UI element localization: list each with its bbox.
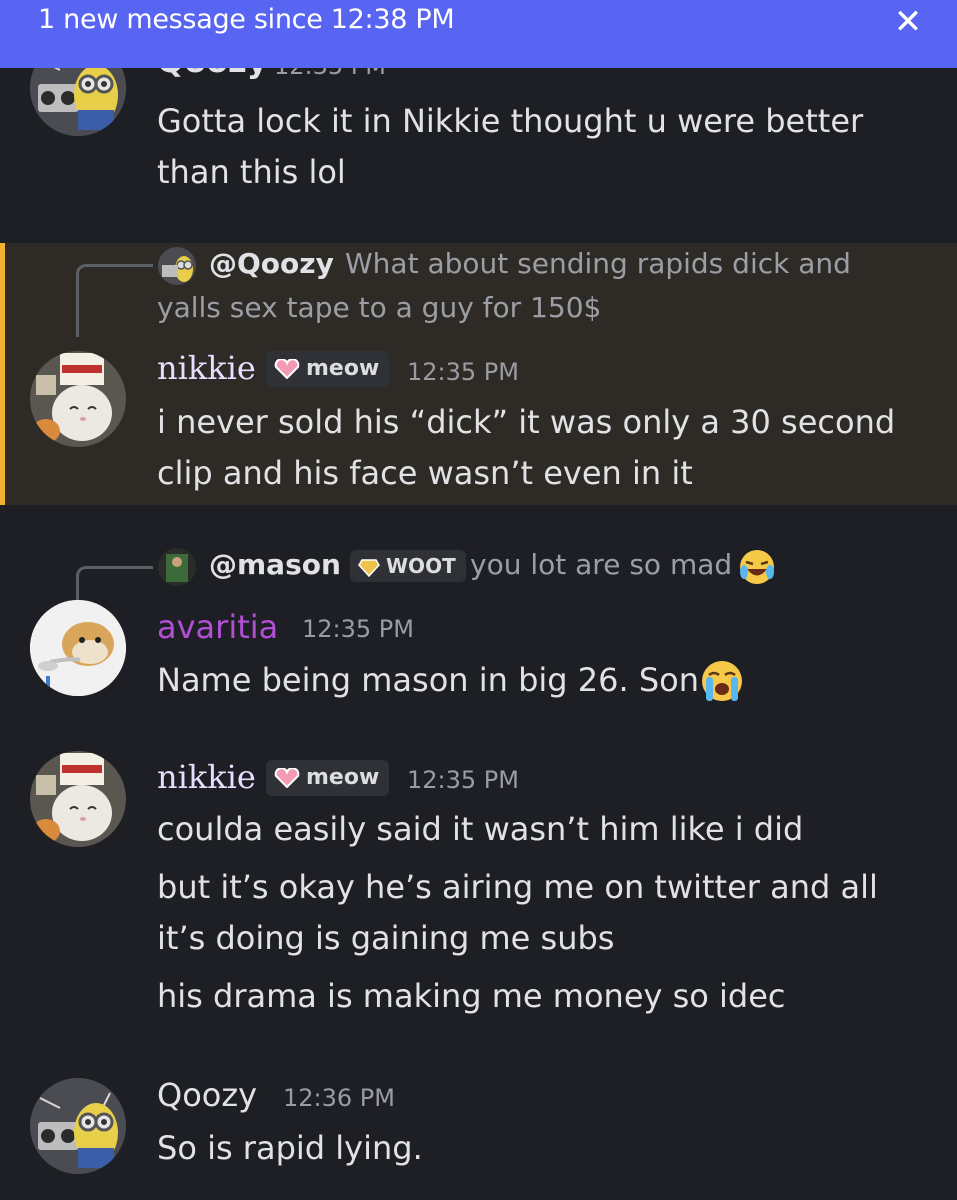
reply-username[interactable]: @mason bbox=[209, 548, 341, 581]
timestamp: 12:36 PM bbox=[283, 1084, 395, 1112]
crying-emoji-icon bbox=[700, 659, 744, 703]
avatar-qoozy[interactable] bbox=[30, 1078, 126, 1174]
username[interactable]: nikkie bbox=[157, 758, 256, 796]
role-tag-label: meow bbox=[306, 356, 380, 381]
new-messages-banner[interactable]: 1 new message since 12:38 PM ✕ bbox=[0, 0, 957, 68]
message-line: clip and his face wasn’t even in it bbox=[157, 454, 693, 492]
laughing-emoji-icon bbox=[738, 548, 776, 586]
message: @Qoozy What about sending rapids dick an… bbox=[0, 243, 957, 505]
message-line: his drama is making me money so idec bbox=[157, 977, 786, 1015]
reply-username[interactable]: @Qoozy bbox=[209, 247, 334, 280]
username[interactable]: nikkie bbox=[157, 349, 256, 387]
message: nikkie meow 12:35 PM coulda easily said … bbox=[0, 745, 957, 1035]
role-tag: WOOT bbox=[350, 550, 466, 582]
message: @mason WOOT you lot are so mad avaritia … bbox=[0, 540, 957, 710]
close-icon[interactable]: ✕ bbox=[888, 2, 928, 42]
new-messages-text: 1 new message since 12:38 PM bbox=[38, 4, 455, 35]
timestamp: 12:35 PM bbox=[407, 358, 519, 386]
message-line: Gotta lock it in Nikkie thought u were b… bbox=[157, 102, 864, 140]
message-line: it’s doing is gaining me subs bbox=[157, 919, 615, 957]
role-tag: meow bbox=[266, 351, 390, 387]
message-line: but it’s okay he’s airing me on twitter … bbox=[157, 868, 878, 906]
role-tag-label: meow bbox=[306, 765, 380, 790]
timestamp: 12:35 PM bbox=[407, 766, 519, 794]
heart-icon bbox=[274, 359, 300, 379]
message-line: Name being mason in big 26. Son bbox=[157, 661, 699, 699]
message-line: So is rapid lying. bbox=[157, 1129, 423, 1167]
heart-icon bbox=[274, 768, 300, 788]
reply-avatar[interactable] bbox=[158, 548, 196, 586]
diamond-icon bbox=[358, 558, 380, 577]
role-tag: meow bbox=[266, 760, 390, 796]
avatar-nikkie[interactable] bbox=[30, 751, 126, 847]
message-line: than this lol bbox=[157, 153, 346, 191]
reply-avatar[interactable] bbox=[158, 247, 196, 285]
reply-preview[interactable]: What about sending rapids dick and bbox=[345, 247, 851, 280]
username[interactable]: Qoozy bbox=[157, 1076, 257, 1114]
message-line: i never sold his “dick” it was only a 30… bbox=[157, 403, 896, 441]
chat-view: 1 new message since 12:38 PM ✕ Qoozy 12:… bbox=[0, 0, 957, 1200]
reply-connector bbox=[76, 264, 153, 337]
message-line: coulda easily said it wasn’t him like i … bbox=[157, 810, 804, 848]
avatar-nikkie[interactable] bbox=[30, 351, 126, 447]
username[interactable]: avaritia bbox=[157, 608, 278, 646]
avatar-avaritia[interactable] bbox=[30, 600, 126, 696]
reply-preview[interactable]: you lot are so mad bbox=[470, 548, 732, 581]
timestamp: 12:35 PM bbox=[302, 615, 414, 643]
message: Qoozy 12:36 PM So is rapid lying. bbox=[0, 1070, 957, 1200]
reply-preview[interactable]: yalls sex tape to a guy for 150$ bbox=[157, 291, 601, 324]
role-tag-label: WOOT bbox=[386, 554, 456, 578]
